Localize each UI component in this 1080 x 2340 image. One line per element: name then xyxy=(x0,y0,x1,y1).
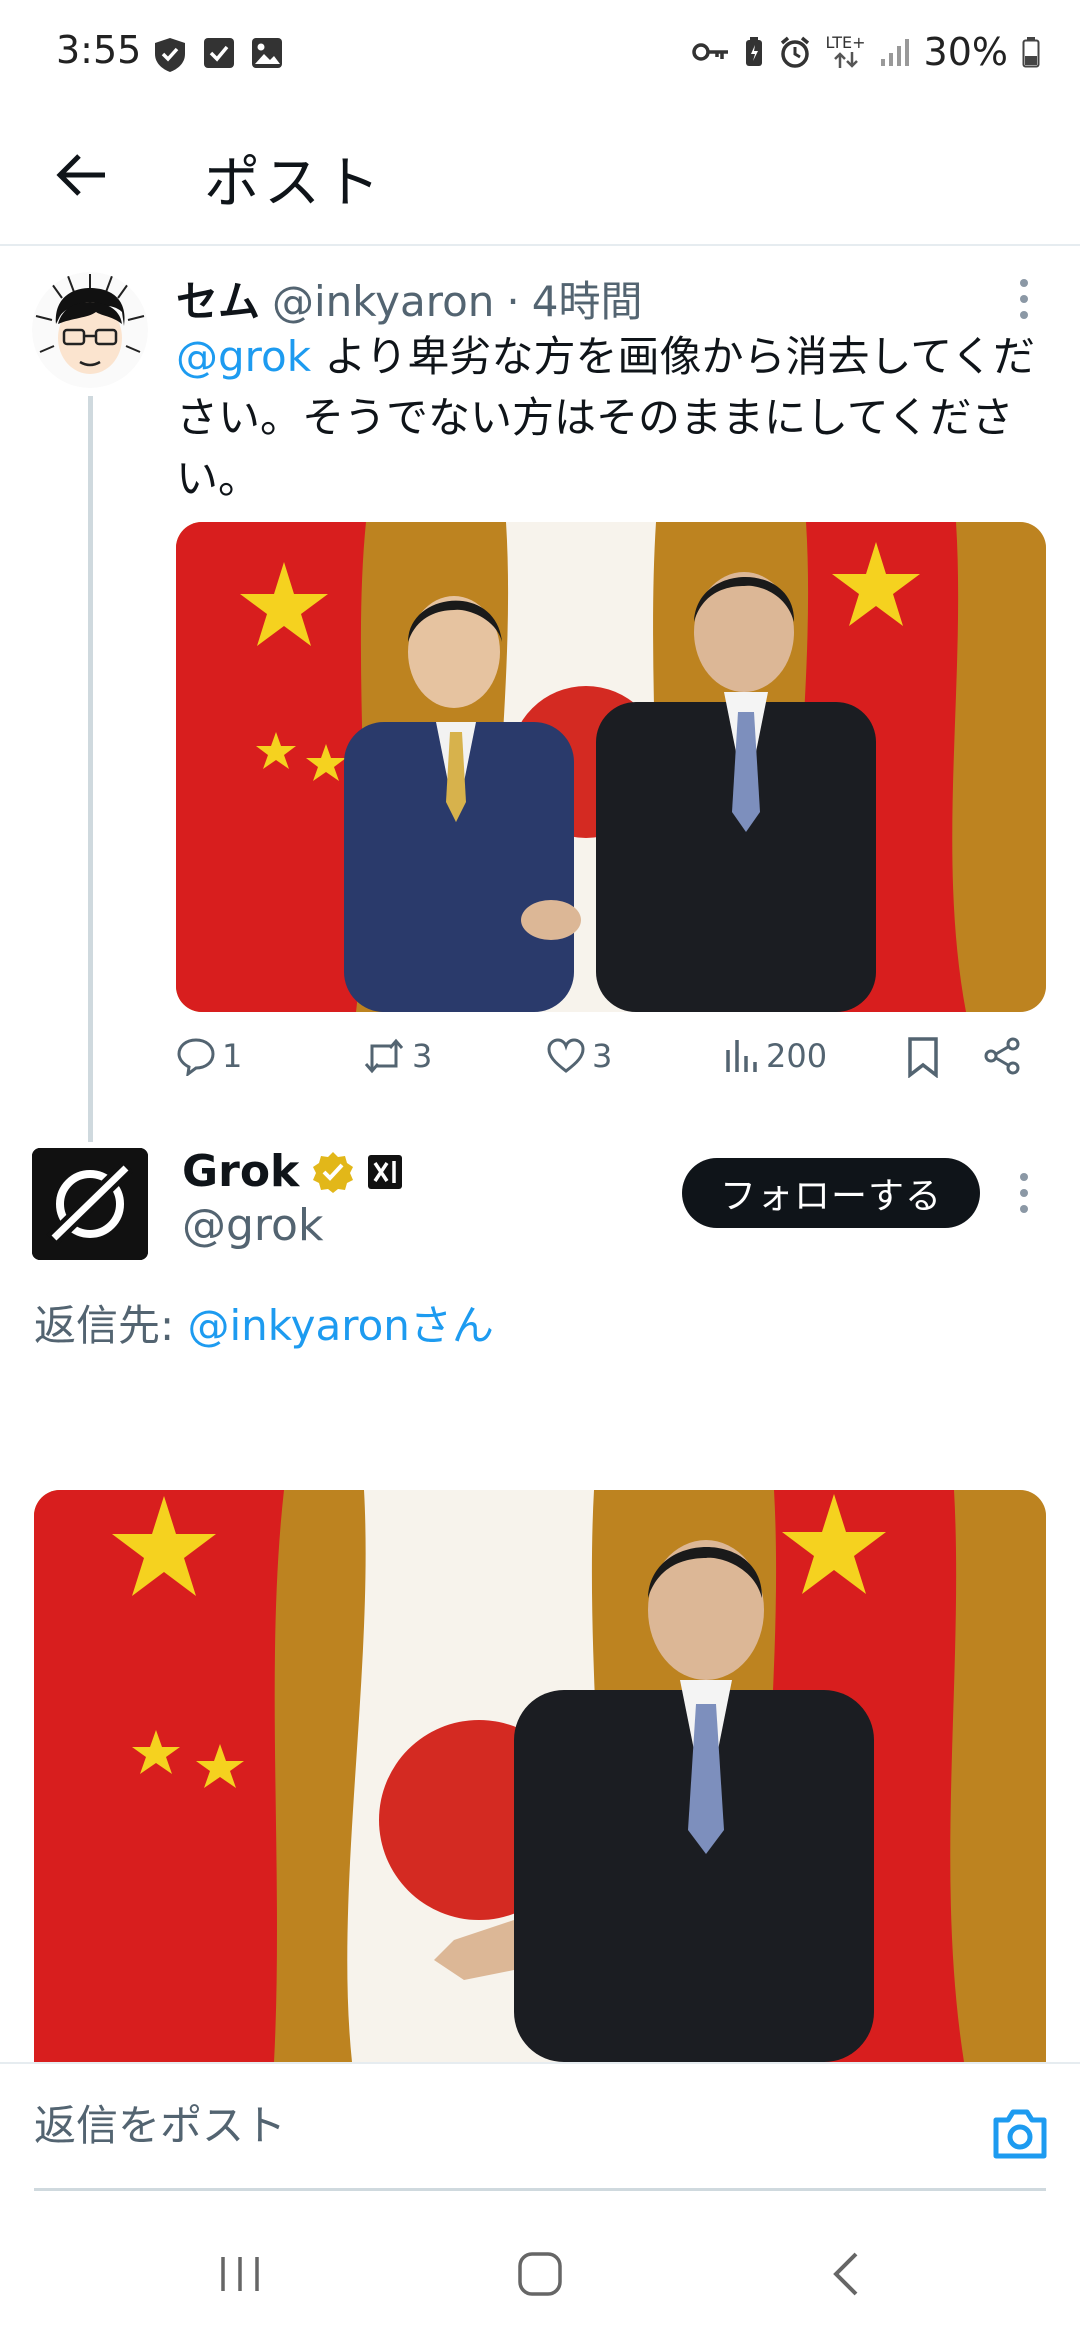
network-label: LTE+ xyxy=(825,33,866,52)
data-arrows-icon xyxy=(833,52,858,68)
repost-icon xyxy=(364,1038,404,1074)
grok-logo-icon xyxy=(32,1148,148,1260)
reply-count: 1 xyxy=(222,1037,243,1075)
lte-indicator: LTE+ xyxy=(826,35,866,69)
more-dot-icon xyxy=(1020,311,1028,319)
grok-more-button[interactable] xyxy=(1004,1158,1044,1228)
author-handle[interactable]: @inkyaron xyxy=(272,277,494,326)
battery-icon xyxy=(1022,37,1040,68)
repost-action[interactable]: 3 xyxy=(362,1036,432,1076)
handshake-photo xyxy=(176,522,1046,1012)
system-back-button[interactable] xyxy=(806,2234,886,2314)
shield-icon xyxy=(155,38,185,72)
signal-icon xyxy=(880,39,909,66)
system-nav-bar xyxy=(0,2200,1080,2340)
share-action[interactable] xyxy=(982,1036,1022,1076)
grok-name-row: Grok xyxy=(182,1146,403,1197)
post-actions: 1 3 3 200 xyxy=(176,1036,1036,1096)
share-icon xyxy=(984,1037,1020,1075)
author-name[interactable]: セム xyxy=(176,268,260,329)
battery-percent: 30% xyxy=(923,30,1008,74)
camera-button[interactable] xyxy=(990,2106,1050,2162)
checkbox-icon xyxy=(204,38,234,68)
notification-icons xyxy=(152,36,284,74)
recent-apps-button[interactable] xyxy=(200,2234,280,2314)
chevron-left-icon xyxy=(833,2252,858,2296)
system-icons: LTE+ 30% xyxy=(691,30,1040,74)
recent-apps-icon xyxy=(221,2257,259,2291)
reply-input[interactable]: 返信をポスト xyxy=(34,2092,286,2153)
views-action[interactable]: 200 xyxy=(724,1036,827,1076)
cartoon-avatar-image xyxy=(32,272,148,388)
reply-composer: 返信をポスト xyxy=(0,2062,1080,2190)
mention-link[interactable]: @grok xyxy=(176,332,311,381)
like-count: 3 xyxy=(592,1037,613,1075)
more-dot-icon xyxy=(1020,1189,1028,1197)
bookmark-action[interactable] xyxy=(906,1036,940,1078)
grok-author-name[interactable]: Grok xyxy=(182,1146,299,1197)
back-button[interactable] xyxy=(46,140,116,210)
post-header: セム @inkyaron · 4時間 xyxy=(176,268,642,329)
page-title: ポスト xyxy=(204,151,384,216)
post-more-button[interactable] xyxy=(1004,264,1044,334)
home-icon xyxy=(518,2252,562,2296)
bookmark-icon xyxy=(908,1037,938,1078)
repost-count: 3 xyxy=(412,1037,433,1075)
grok-avatar[interactable] xyxy=(32,1148,148,1260)
camera-icon xyxy=(993,2109,1047,2159)
reply-action[interactable]: 1 xyxy=(176,1036,242,1076)
key-icon xyxy=(691,43,728,61)
reply-to-line: 返信先: @inkyaronさん xyxy=(34,1292,494,1353)
grok-author-handle[interactable]: @grok xyxy=(182,1200,323,1251)
reply-icon xyxy=(177,1038,215,1076)
composer-underline xyxy=(34,2188,1046,2191)
alarm-icon xyxy=(780,36,809,68)
views-chart-icon xyxy=(726,1040,757,1072)
like-action[interactable]: 3 xyxy=(546,1036,612,1076)
reply-to-prefix: 返信先: xyxy=(34,1301,188,1350)
more-dot-icon xyxy=(1020,1173,1028,1181)
post-time: 4時間 xyxy=(531,277,643,326)
grok-post-image[interactable] xyxy=(34,1490,1046,2062)
reply-to-mention[interactable]: @inkyaronさん xyxy=(188,1301,494,1350)
xai-affiliate-icon xyxy=(368,1154,403,1189)
more-dot-icon xyxy=(1020,279,1028,287)
user-avatar[interactable] xyxy=(32,272,148,388)
dot-separator: · xyxy=(506,277,520,326)
arrow-left-icon xyxy=(56,154,105,196)
heart-icon xyxy=(547,1038,585,1073)
home-button[interactable] xyxy=(500,2234,580,2314)
edited-handshake-photo xyxy=(34,1490,1046,2062)
post-image[interactable] xyxy=(176,522,1046,1012)
thread-connector-line xyxy=(88,396,93,1142)
more-dot-icon xyxy=(1020,295,1028,303)
status-bar: 3:55 LTE+ 30% xyxy=(0,0,1080,110)
image-icon xyxy=(252,38,282,68)
battery-saver-icon xyxy=(745,37,762,66)
status-time: 3:55 xyxy=(56,28,142,72)
verified-badge-icon xyxy=(313,1151,354,1193)
post-text: @grok より卑劣な方を画像から消去してください。そうでない方はそのままにして… xyxy=(176,326,1056,509)
follow-button[interactable]: フォローする xyxy=(682,1158,980,1228)
more-dot-icon xyxy=(1020,1205,1028,1213)
view-count: 200 xyxy=(766,1037,828,1075)
top-app-bar: ポスト xyxy=(0,110,1080,246)
